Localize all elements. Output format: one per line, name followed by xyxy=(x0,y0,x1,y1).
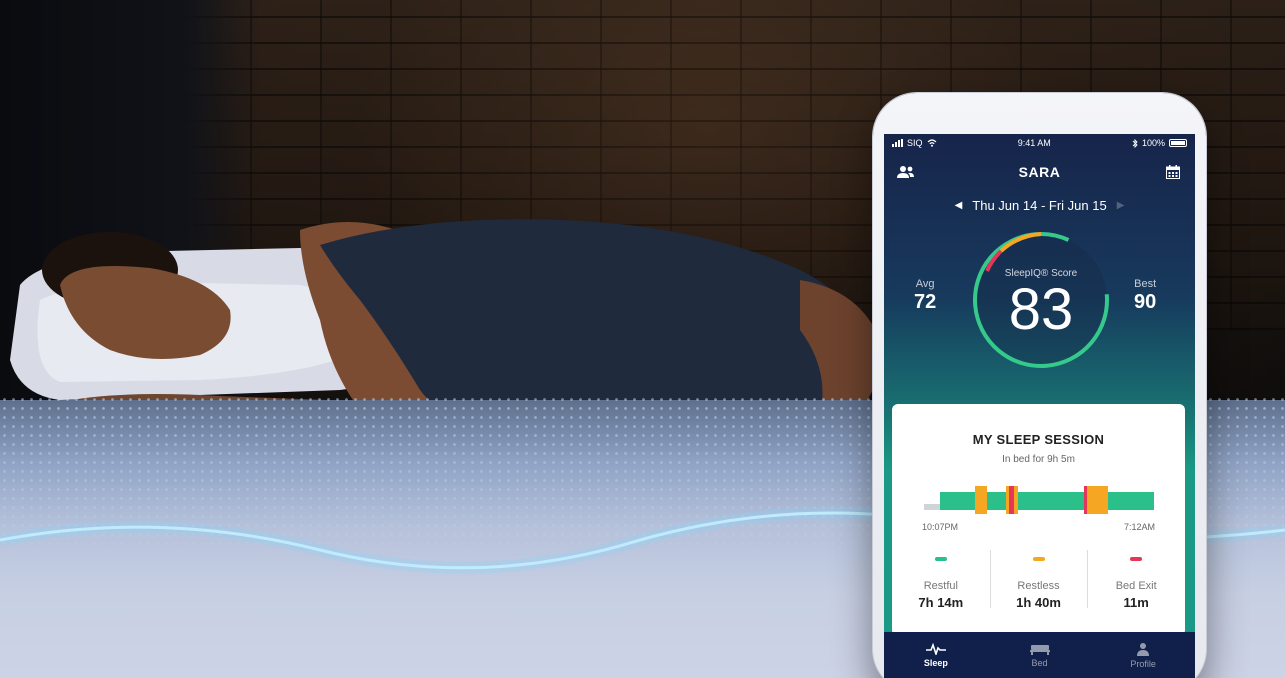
phone-screen: SIQ 9:41 AM 100% SARA ◀ Thu Jun 14 - Fri… xyxy=(884,134,1195,678)
calendar-icon[interactable] xyxy=(1163,162,1183,182)
session-end-time: 7:12AM xyxy=(1123,522,1155,532)
best-label: Best xyxy=(1134,278,1157,290)
session-subtitle: In bed for 9h 5m xyxy=(1002,454,1075,465)
sleep-timeline xyxy=(924,486,1154,514)
tab-sleep[interactable]: Sleep xyxy=(884,642,988,668)
timeline-pre-sleep xyxy=(924,504,940,510)
timeline-bed-exit xyxy=(1009,486,1014,514)
legend-label: Bed Exit xyxy=(1115,580,1157,592)
signal-icon xyxy=(892,139,903,147)
carrier-label: SIQ xyxy=(907,138,923,148)
person-icon xyxy=(1137,642,1150,656)
tab-label: Sleep xyxy=(923,657,948,668)
battery-icon xyxy=(1168,139,1187,147)
timeline-bed-exit xyxy=(1084,486,1087,514)
sleeper-name: SARA xyxy=(1018,164,1061,180)
sleepers-icon[interactable] xyxy=(896,162,916,182)
legend-label: Restless xyxy=(1017,580,1060,592)
tab-bed[interactable]: Bed xyxy=(988,643,1092,668)
app-header: SARA xyxy=(884,158,1195,186)
legend-value: 7h 14m xyxy=(918,595,964,610)
score-value: 83 xyxy=(1008,277,1074,342)
chevron-right-icon[interactable]: ▶ xyxy=(1117,200,1125,211)
legend-restful: Restful 7h 14m xyxy=(892,548,990,618)
avg-label: Avg xyxy=(915,278,935,290)
tab-label: Profile xyxy=(1130,658,1156,669)
legend-restless: Restless 1h 40m xyxy=(989,548,1088,618)
session-title: MY SLEEP SESSION xyxy=(972,432,1105,447)
battery-percent: 100% xyxy=(1141,138,1165,148)
tab-label: Bed xyxy=(1031,657,1048,668)
date-navigator: ◀ Thu Jun 14 - Fri Jun 15 ▶ xyxy=(884,194,1195,216)
restful-swatch xyxy=(934,557,947,561)
session-start-time: 10:07PM xyxy=(922,522,959,532)
pulse-icon xyxy=(925,642,946,655)
sleepiq-score-panel[interactable]: SleepIQ® Score 83 Avg 72 Best 90 xyxy=(884,226,1195,376)
status-bar: SIQ 9:41 AM 100% xyxy=(884,134,1195,152)
legend-value: 1h 40m xyxy=(1016,595,1061,610)
tab-profile[interactable]: Profile xyxy=(1091,642,1195,669)
clock: 9:41 AM xyxy=(1017,138,1051,148)
avg-value: 72 xyxy=(914,291,937,313)
best-value: 90 xyxy=(1134,291,1157,313)
bed-exit-swatch xyxy=(1130,557,1143,561)
sleep-legend: Restful 7h 14m Restless 1h 40m Bed Exit … xyxy=(892,548,1185,618)
bluetooth-icon xyxy=(1132,138,1138,148)
chevron-left-icon[interactable]: ◀ xyxy=(955,200,963,211)
wifi-icon xyxy=(927,139,936,147)
bottom-tab-bar: Sleep Bed Profile xyxy=(884,632,1195,678)
restless-swatch xyxy=(1032,557,1045,561)
timeline-restless xyxy=(1084,486,1108,514)
sleep-session-card[interactable]: MY SLEEP SESSION In bed for 9h 5m 10:07P… xyxy=(892,404,1185,636)
legend-bed-exit: Bed Exit 11m xyxy=(1087,548,1185,618)
legend-label: Restful xyxy=(923,580,958,592)
date-range: Thu Jun 14 - Fri Jun 15 xyxy=(972,197,1107,213)
bed-icon xyxy=(1029,644,1050,655)
best-stat: Best 90 xyxy=(1134,278,1156,314)
legend-value: 11m xyxy=(1123,595,1149,610)
timeline-restful xyxy=(940,492,1154,510)
avg-stat: Avg 72 xyxy=(914,278,936,314)
timeline-restless xyxy=(975,486,987,514)
